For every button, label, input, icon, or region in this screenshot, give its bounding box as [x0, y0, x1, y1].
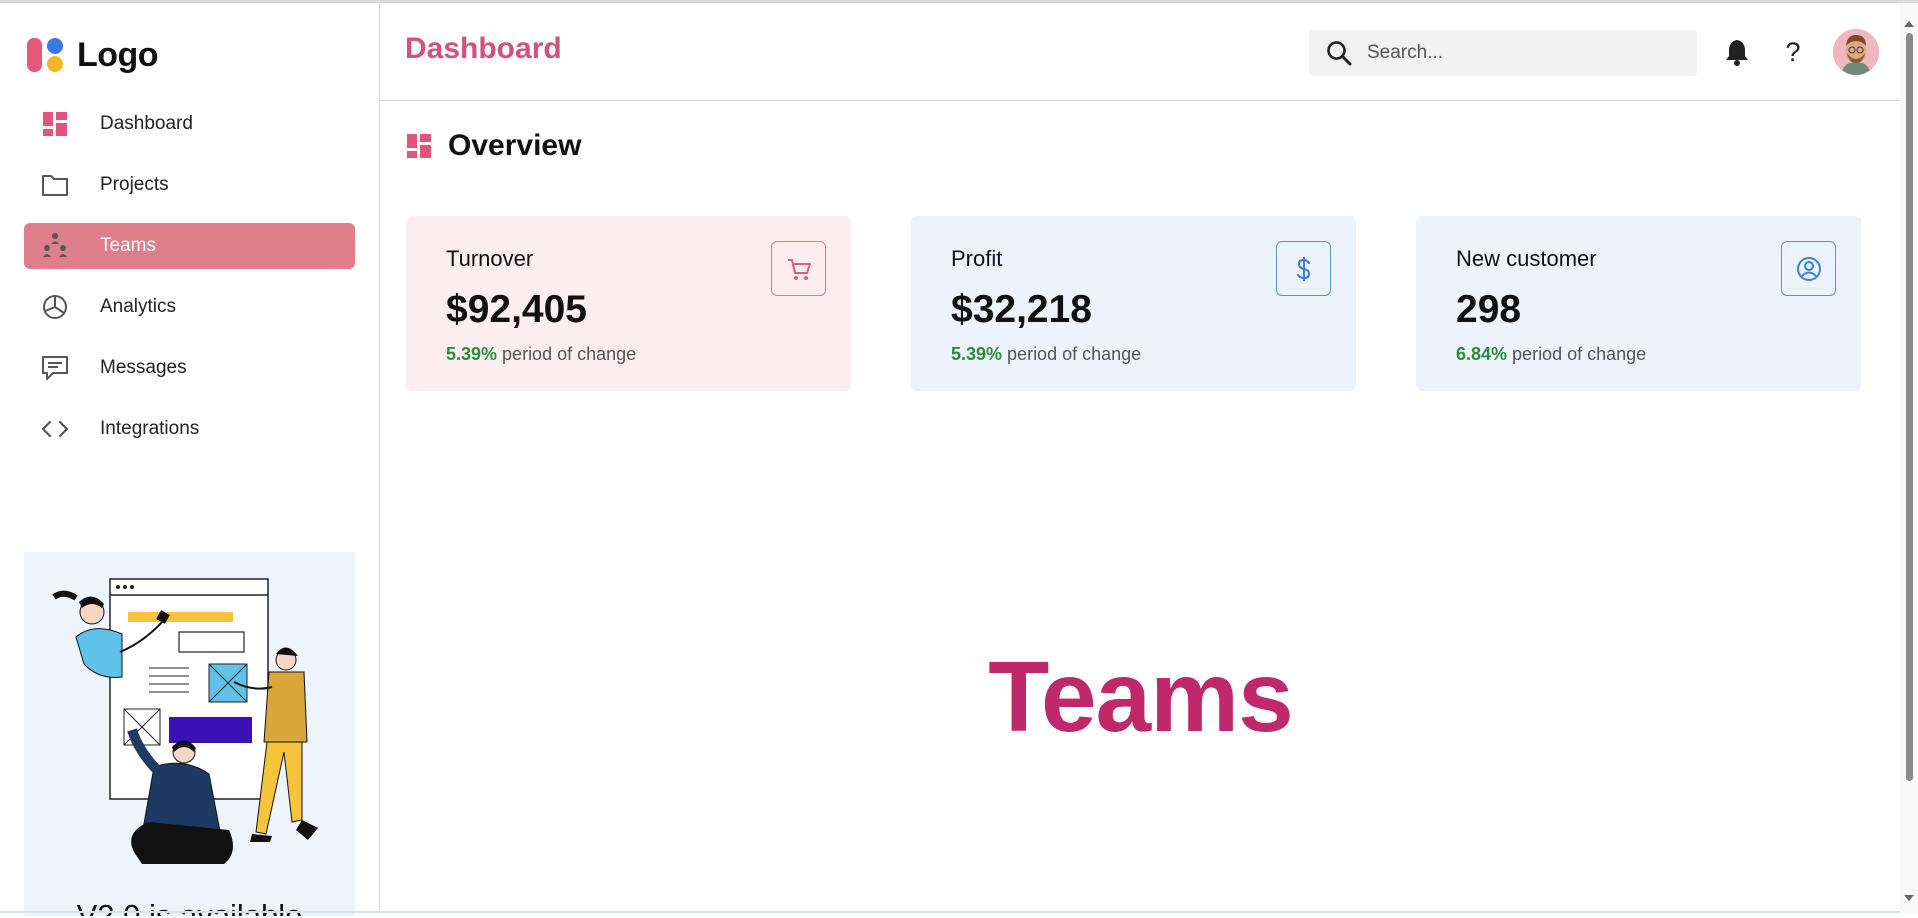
teams-icon: [40, 231, 70, 261]
sidebar-item-dashboard[interactable]: Dashboard: [24, 101, 355, 147]
dashboard-icon: [40, 109, 70, 139]
sidebar-item-analytics[interactable]: Analytics: [24, 284, 355, 330]
sidebar-item-label: Projects: [100, 174, 169, 195]
message-icon: [40, 353, 70, 383]
scroll-thumb[interactable]: [1906, 33, 1913, 781]
card-value: $32,218: [951, 288, 1092, 331]
sidebar: Logo Dashboard Projects Teams Analytics …: [0, 3, 380, 916]
cart-icon: [787, 258, 811, 280]
user-avatar-image: [1833, 29, 1879, 75]
card-change: 5.39% period of change: [446, 344, 636, 365]
card-icon-button[interactable]: [771, 241, 826, 296]
card-value: $92,405: [446, 288, 587, 331]
sidebar-item-label: Teams: [100, 235, 156, 256]
notifications-button[interactable]: [1721, 36, 1753, 68]
search-icon: [1325, 39, 1353, 67]
scroll-up-icon[interactable]: [1900, 17, 1918, 31]
change-percent: 6.84%: [1456, 344, 1508, 364]
page-title: Dashboard: [405, 32, 562, 65]
sidebar-item-label: Dashboard: [100, 113, 193, 134]
stat-card-profit: Profit $32,218 5.39% period of change: [911, 216, 1356, 391]
app-window: Logo Dashboard Projects Teams Analytics …: [0, 0, 1918, 918]
logo-mark-icon: [27, 38, 63, 72]
change-label: period of change: [1007, 344, 1142, 364]
stat-card-turnover: Turnover $92,405 5.39% period of change: [406, 216, 851, 391]
brand-logo[interactable]: Logo: [27, 33, 159, 77]
folder-icon: [40, 170, 70, 200]
change-label: period of change: [1512, 344, 1647, 364]
help-icon: ?: [1785, 36, 1801, 67]
card-change: 6.84% period of change: [1456, 344, 1646, 365]
top-header: Dashboard ?: [381, 3, 1900, 101]
sidebar-item-label: Messages: [100, 357, 187, 378]
upgrade-promo-card: V2.0 is available: [24, 552, 355, 916]
card-change: 5.39% period of change: [951, 344, 1141, 365]
sidebar-item-label: Analytics: [100, 296, 177, 317]
card-title: Turnover: [446, 246, 534, 271]
scroll-down-icon[interactable]: [1900, 891, 1918, 905]
bottom-divider: [0, 911, 1900, 913]
section-title: Overview: [448, 129, 582, 162]
stat-card-new-customer: New customer 298 6.84% period of change: [1416, 216, 1861, 391]
card-title: New customer: [1456, 246, 1597, 271]
search-input[interactable]: [1367, 42, 1667, 64]
avatar[interactable]: [1833, 29, 1879, 75]
user-circle-icon: [1796, 256, 1821, 281]
sidebar-nav: Dashboard Projects Teams Analytics Messa…: [24, 101, 355, 467]
overview-heading: Overview: [406, 129, 581, 163]
change-percent: 5.39%: [446, 344, 498, 364]
card-value: 298: [1456, 288, 1522, 331]
pie-chart-icon: [40, 292, 70, 322]
brand-name: Logo: [77, 35, 159, 74]
sidebar-item-integrations[interactable]: Integrations: [24, 406, 355, 452]
dashboard-icon: [407, 134, 431, 158]
promo-title: V2.0 is available: [76, 898, 303, 916]
dollar-icon: [1296, 256, 1310, 281]
change-percent: 5.39%: [951, 344, 1003, 364]
code-icon: [40, 414, 70, 444]
team-illustration: [52, 578, 318, 864]
sidebar-item-messages[interactable]: Messages: [24, 345, 355, 391]
card-icon-button[interactable]: [1781, 241, 1836, 296]
sidebar-item-label: Integrations: [100, 418, 200, 439]
bell-icon: [1726, 40, 1748, 66]
vertical-scrollbar[interactable]: [1900, 3, 1918, 913]
sidebar-item-projects[interactable]: Projects: [24, 162, 355, 208]
card-title: Profit: [951, 246, 1003, 271]
help-button[interactable]: ?: [1777, 36, 1809, 68]
change-label: period of change: [502, 344, 637, 364]
search-box[interactable]: [1309, 30, 1697, 76]
sidebar-item-teams[interactable]: Teams: [24, 223, 355, 269]
card-icon-button[interactable]: [1276, 241, 1331, 296]
page-heading: Teams: [988, 641, 1293, 753]
